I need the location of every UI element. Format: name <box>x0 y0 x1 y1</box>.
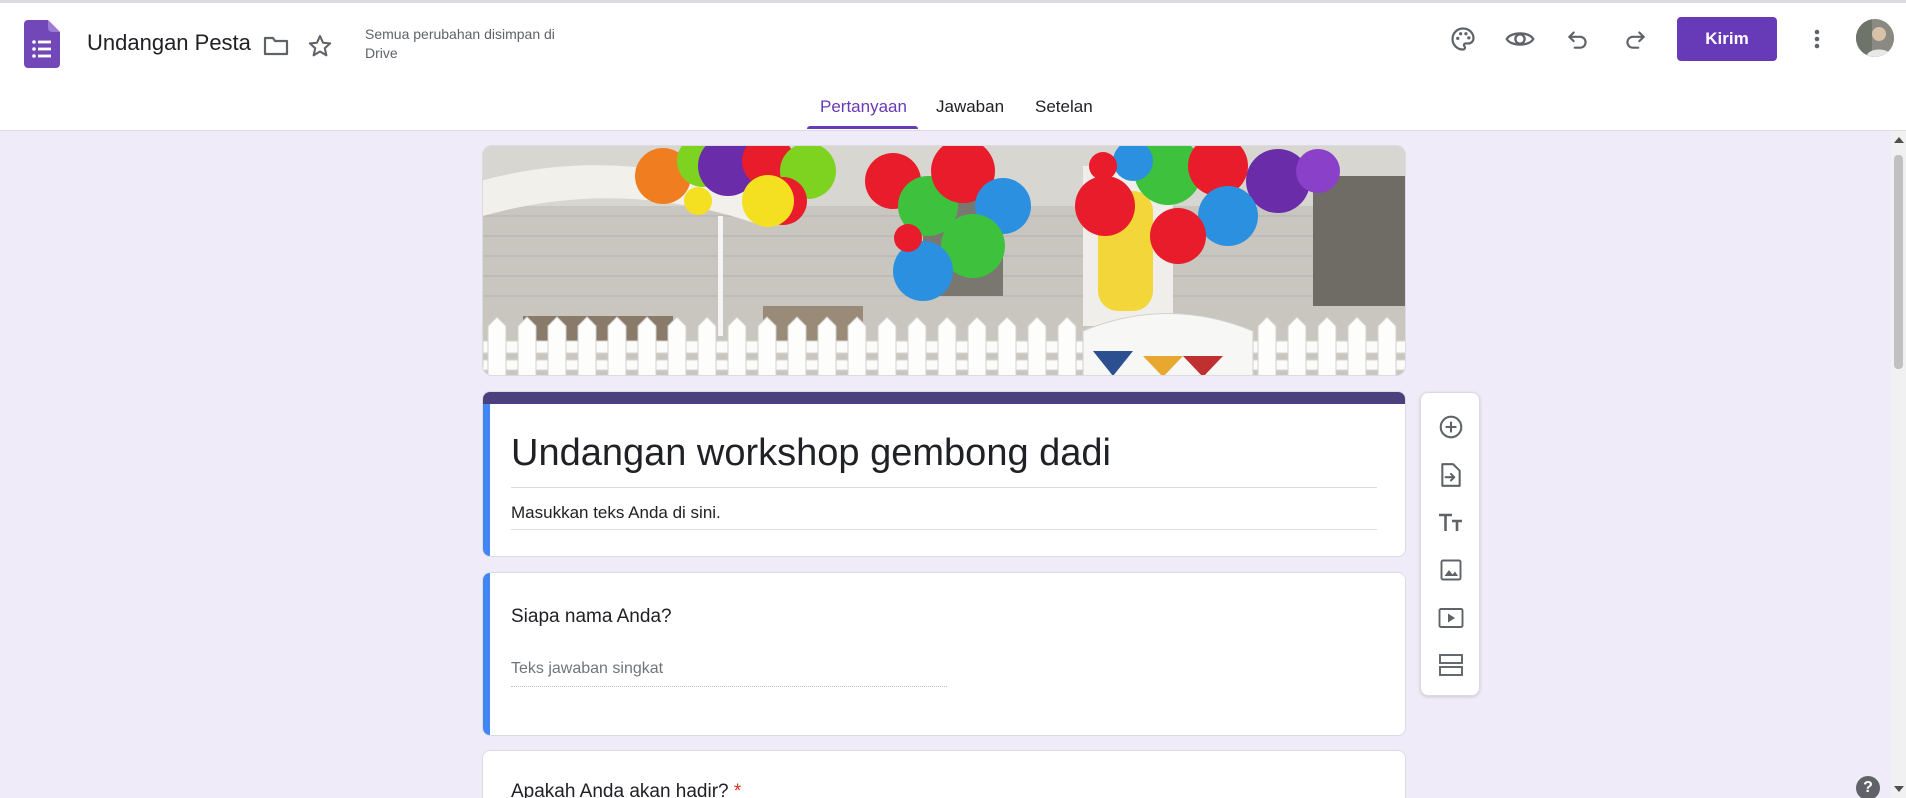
redo-icon[interactable] <box>1619 23 1651 55</box>
star-icon[interactable] <box>304 30 336 62</box>
header-banner-image <box>482 145 1406 376</box>
active-card-indicator <box>483 404 490 556</box>
scroll-thumb[interactable] <box>1894 155 1903 369</box>
tab-setelan[interactable]: Setelan <box>1035 97 1093 117</box>
required-asterisk: * <box>733 781 742 798</box>
add-image-icon[interactable] <box>1434 553 1468 587</box>
short-answer-placeholder: Teks jawaban singkat <box>511 660 947 687</box>
question-card[interactable]: Siapa nama Anda? Teks jawaban singkat <box>482 572 1406 736</box>
undo-icon[interactable] <box>1562 23 1594 55</box>
header-topline <box>0 0 1906 3</box>
add-question-icon[interactable] <box>1434 410 1468 444</box>
app-header: Undangan Pesta Semua perubahan disimpan … <box>0 0 1906 131</box>
save-status: Semua perubahan disimpan di Drive <box>365 26 555 61</box>
tab-pertanyaan[interactable]: Pertanyaan <box>820 97 907 117</box>
send-button[interactable]: Kirim <box>1677 17 1777 61</box>
add-video-icon[interactable] <box>1434 601 1468 635</box>
active-card-indicator <box>483 573 490 735</box>
tab-jawaban[interactable]: Jawaban <box>936 97 1004 117</box>
page-scrollbar[interactable] <box>1891 131 1906 798</box>
active-tab-indicator <box>807 126 918 129</box>
card-top-accent <box>483 392 1405 404</box>
add-title-icon[interactable] <box>1434 506 1468 540</box>
form-description[interactable]: Masukkan teks Anda di sini. <box>511 503 1377 530</box>
scroll-up-arrow-icon[interactable] <box>1894 137 1904 143</box>
floating-toolbar <box>1420 392 1480 696</box>
palette-icon[interactable] <box>1447 23 1479 55</box>
question-title[interactable]: Apakah Anda akan hadir? * <box>511 781 741 798</box>
more-vert-icon[interactable] <box>1801 23 1833 55</box>
add-section-icon[interactable] <box>1434 648 1468 682</box>
import-questions-icon[interactable] <box>1434 458 1468 492</box>
folder-icon[interactable] <box>260 30 292 62</box>
question-card[interactable]: Apakah Anda akan hadir? * <box>482 750 1406 798</box>
question-title-text: Apakah Anda akan hadir? <box>511 781 729 798</box>
scroll-down-arrow-icon[interactable] <box>1894 786 1904 792</box>
help-icon[interactable]: ? <box>1856 776 1880 798</box>
form-title-card[interactable]: Undangan workshop gembong dadi Masukkan … <box>482 391 1406 557</box>
document-title[interactable]: Undangan Pesta <box>87 30 251 56</box>
preview-eye-icon[interactable] <box>1504 23 1536 55</box>
forms-logo-icon[interactable] <box>24 20 60 68</box>
form-title[interactable]: Undangan workshop gembong dadi <box>511 432 1377 488</box>
avatar[interactable] <box>1856 19 1894 57</box>
question-title[interactable]: Siapa nama Anda? <box>511 606 672 628</box>
